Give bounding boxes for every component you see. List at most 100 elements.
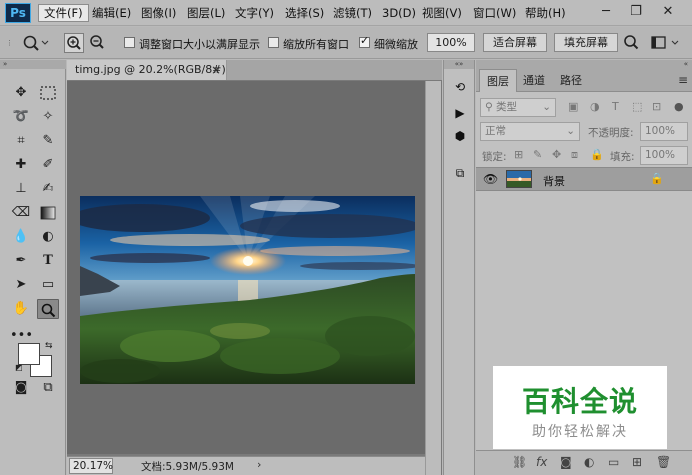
filter-pixel-icon[interactable]: ▣ [568,100,578,113]
canvas-background [67,81,425,454]
dodge-tool-icon[interactable]: ◐ [37,227,59,247]
scrubby-zoom-checkbox[interactable] [359,34,370,48]
minimize-icon[interactable]: ─ [594,2,618,22]
menu-type[interactable]: 文字(Y) [230,4,279,22]
restore-icon[interactable]: ❐ [624,2,648,22]
zoom-out-icon[interactable] [88,33,108,53]
document-tab[interactable]: timg.jpg @ 20.2%(RGB/8#) × [67,60,227,80]
layer-thumbnail [506,170,532,188]
tab-layers[interactable]: 图层 [479,69,517,92]
menu-view[interactable]: 视图(V) [417,4,467,22]
layer-filter-dropdown[interactable]: ⚲ 类型 ⌄ [480,98,556,117]
filter-adjustment-icon[interactable]: ◑ [590,100,600,113]
eraser-tool-icon[interactable]: ⌫ [10,203,32,223]
quick-mask-icon[interactable]: ◙ [10,378,32,398]
zoom-in-icon[interactable] [64,33,84,53]
zoom-all-checkbox[interactable] [268,37,279,48]
add-mask-icon[interactable]: ◙ [560,455,572,469]
document-area: timg.jpg @ 20.2%(RGB/8#) × 20.17% 文档:5.9… [67,60,442,475]
pen-tool-icon[interactable]: ✒ [10,251,32,271]
zoom-tool-preset-icon[interactable] [20,33,50,53]
filter-toggle-icon[interactable]: ● [674,100,684,113]
zoom-value-field[interactable]: 100% [427,33,475,52]
marquee-tool-icon[interactable] [37,83,59,103]
tools-panel: » ✥ ➰ ✧ ⌗ ✎ ✚ ✐ ⊥ ✍ ⌫ 💧 ◐ ✒ T ➤ ▭ ✋ ••• … [0,60,66,475]
resize-windows-checkbox[interactable] [124,37,135,48]
link-layers-icon[interactable]: ⛓ [512,455,527,469]
status-zoom-field[interactable]: 20.17% [69,458,113,474]
blur-tool-icon[interactable]: 💧 [10,227,32,247]
swap-colors-icon[interactable]: ⇆ [45,341,53,351]
fit-screen-button[interactable]: 适合屏幕 [483,33,547,52]
fill-screen-button[interactable]: 填充屏幕 [554,33,618,52]
actions-panel-icon[interactable]: ▶ [450,103,470,123]
lasso-tool-icon[interactable]: ➰ [10,107,32,127]
foreground-color-swatch[interactable] [18,343,40,365]
layer-style-icon[interactable]: fx [536,455,547,469]
brush-tool-icon[interactable]: ✐ [37,155,59,175]
tab-channels[interactable]: 通道 [516,69,552,92]
lock-row: 锁定: ⊞ ✎ ✥ ⧈ 🔒 填充: 100% [480,146,688,165]
menu-bar: Ps 文件(F) 编辑(E) 图像(I) 图层(L) 文字(Y) 选择(S) 滤… [0,0,692,26]
clone-source-panel-icon[interactable]: ⧉ [450,163,470,183]
workspace-switcher-icon[interactable] [649,33,683,53]
opacity-field[interactable]: 100% [640,122,688,141]
healing-brush-tool-icon[interactable]: ✚ [10,155,32,175]
layers-collapse-icon[interactable]: « [476,60,692,69]
filter-type-icon[interactable]: T [612,100,619,113]
status-menu-arrow-icon[interactable]: › [257,458,261,471]
opacity-label: 不透明度: [588,127,634,139]
fill-field[interactable]: 100% [640,146,688,165]
lock-artboard-icon[interactable]: ⧈ [571,148,578,162]
menu-filter[interactable]: 滤镜(T) [328,4,377,22]
eyedropper-tool-icon[interactable]: ✎ [37,131,59,151]
menu-image[interactable]: 图像(I) [136,4,181,22]
magic-wand-tool-icon[interactable]: ✧ [37,107,59,127]
menu-window[interactable]: 窗口(W) [468,4,521,22]
move-tool-icon[interactable]: ✥ [10,83,32,103]
blend-mode-dropdown[interactable]: 正常 ⌄ [480,122,580,141]
path-selection-tool-icon[interactable]: ➤ [10,275,32,295]
hand-tool-icon[interactable]: ✋ [10,299,32,319]
lock-transparent-icon[interactable]: ⊞ [514,148,523,161]
menu-help[interactable]: 帮助(H) [520,4,571,22]
new-layer-icon[interactable]: ⊞ [632,455,642,469]
status-bar: 20.17% 文档:5.93M/5.93M › [67,456,425,475]
tools-collapse-icon[interactable]: » [0,60,66,69]
default-colors-icon[interactable]: ◩ [15,363,23,372]
gradient-tool-icon[interactable] [37,203,59,223]
panel-menu-icon[interactable]: ≡ [678,73,688,87]
document-close-icon[interactable]: × [211,60,221,80]
rectangle-tool-icon[interactable]: ▭ [37,275,59,295]
delete-layer-icon[interactable]: 🗑 [656,455,671,469]
collapsed-panel-dock: «» ⟲ ▶ ⬢ ⧉ [443,60,475,475]
dock-collapse-icon[interactable]: «» [444,60,474,69]
lock-position-icon[interactable]: ✥ [552,148,561,161]
menu-3d[interactable]: 3D(D) [377,4,421,22]
menu-file[interactable]: 文件(F) [38,4,89,22]
history-panel-icon[interactable]: ⟲ [450,77,470,97]
close-window-icon[interactable]: ✕ [656,2,680,22]
type-tool-icon[interactable]: T [37,251,59,271]
vertical-scrollbar[interactable] [425,81,441,475]
zoom-tool-icon[interactable] [37,299,59,319]
new-adjustment-layer-icon[interactable]: ◐ [584,455,594,469]
search-icon[interactable] [622,33,642,53]
lock-all-icon[interactable]: 🔒 [590,148,604,161]
filter-shape-icon[interactable]: ⬚ [632,100,642,113]
3d-panel-icon[interactable]: ⬢ [450,126,470,146]
tab-paths[interactable]: 路径 [553,69,589,92]
crop-tool-icon[interactable]: ⌗ [10,131,32,151]
blend-mode-value: 正常 [485,125,506,137]
filter-smart-object-icon[interactable]: ⊡ [652,100,661,113]
menu-layer[interactable]: 图层(L) [182,4,230,22]
screen-mode-icon[interactable]: ⧉ [37,378,59,398]
menu-edit[interactable]: 编辑(E) [87,4,136,22]
visibility-eye-icon[interactable]: 👁 [483,172,498,186]
layer-row[interactable]: 👁 背景 🔒 [476,167,692,191]
history-brush-tool-icon[interactable]: ✍ [37,179,59,199]
new-group-icon[interactable]: ▭ [608,455,619,469]
clone-stamp-tool-icon[interactable]: ⊥ [10,179,32,199]
menu-select[interactable]: 选择(S) [280,4,329,22]
lock-image-icon[interactable]: ✎ [533,148,542,161]
